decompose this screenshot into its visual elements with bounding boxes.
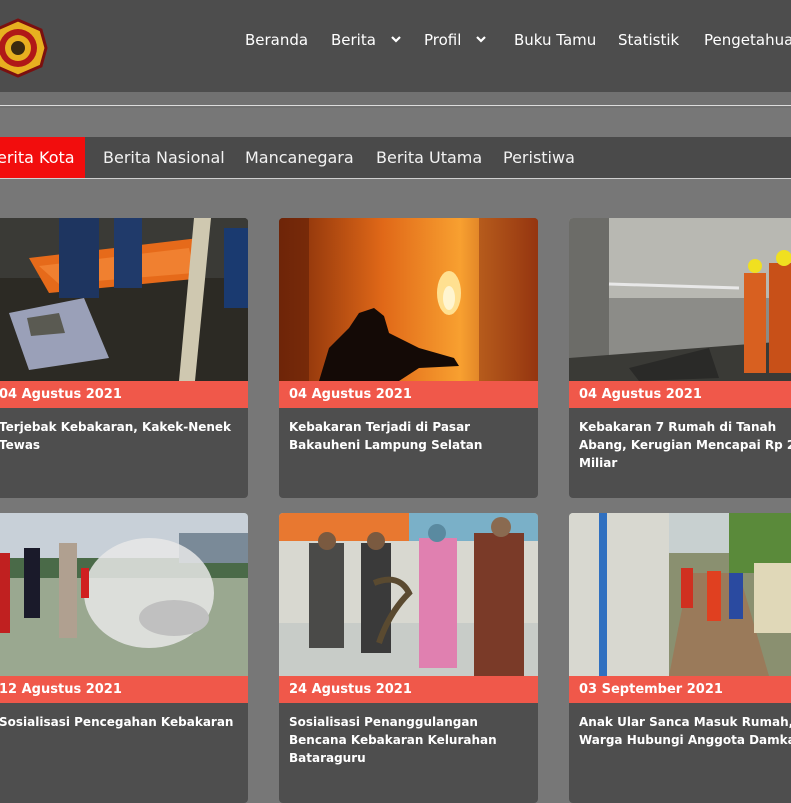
nav-item-label: Beranda	[245, 31, 309, 49]
card-title[interactable]: Terjebak Kebakaran, Kakek-Nenek Tewas	[0, 418, 239, 454]
card-date: 04 Agustus 2021	[569, 381, 791, 408]
fire-silhouette-image[interactable]	[279, 218, 538, 381]
extinguisher-demo-image[interactable]	[0, 513, 248, 676]
chevron-down-icon	[390, 36, 401, 43]
nav-item-statistik[interactable]: Statistik	[618, 31, 679, 49]
tab-label: Berita Kota	[0, 148, 75, 167]
news-card[interactable]: 03 September 2021 Anak Ular Sanca Masuk …	[569, 513, 791, 803]
nav-item-label: Statistik	[618, 31, 680, 49]
site-header: Beranda Berita Profil Buku Tamu Statisti…	[0, 0, 791, 92]
nav-item-label: Buku Tamu	[514, 31, 597, 49]
news-card[interactable]: 04 Agustus 2021 Kebakaran 7 Rumah di Tan…	[569, 218, 791, 498]
tab-label: Berita Nasional	[103, 148, 225, 167]
card-date: 03 September 2021	[569, 676, 791, 703]
card-title[interactable]: Sosialisasi Penanggulangan Bencana Kebak…	[289, 713, 529, 767]
nav-item-profil[interactable]: Profil	[424, 31, 488, 49]
card-title[interactable]: Kebakaran Terjadi di Pasar Bakauheni Lam…	[289, 418, 529, 454]
news-card[interactable]: 12 Agustus 2021 Sosialisasi Pencegahan K…	[0, 513, 248, 803]
nav-item-berita[interactable]: Berita	[331, 31, 403, 49]
divider-line	[0, 105, 791, 106]
main-nav: Beranda Berita Profil Buku Tamu Statisti…	[0, 0, 791, 82]
tab-berita-kota[interactable]: Berita Kota	[0, 137, 85, 178]
card-date: 12 Agustus 2021	[0, 676, 248, 703]
category-tabs: Berita Kota Berita Nasional Mancanegara …	[0, 137, 791, 179]
card-title[interactable]: Sosialisasi Pencegahan Kebakaran	[0, 713, 239, 731]
nav-item-label: Profil	[424, 31, 462, 49]
news-card[interactable]: 04 Agustus 2021 Terjebak Kebakaran, Kake…	[0, 218, 248, 498]
tab-peristiwa[interactable]: Peristiwa	[503, 137, 575, 178]
nav-item-label: Pengetahuan	[704, 31, 791, 49]
header-divider-bar	[0, 92, 791, 108]
nav-item-buku-tamu[interactable]: Buku Tamu	[514, 31, 596, 49]
card-date: 24 Agustus 2021	[279, 676, 538, 703]
nav-item-beranda[interactable]: Beranda	[245, 31, 308, 49]
news-card[interactable]: 04 Agustus 2021 Kebakaran Terjadi di Pas…	[279, 218, 538, 498]
rescue-scene-image[interactable]	[0, 218, 248, 381]
card-date: 04 Agustus 2021	[0, 381, 248, 408]
tab-label: Mancanegara	[245, 148, 354, 167]
community-event-image[interactable]	[279, 513, 538, 676]
firefighters-spraying-image[interactable]	[569, 218, 791, 381]
tab-berita-utama[interactable]: Berita Utama	[376, 137, 482, 178]
card-title[interactable]: Kebakaran 7 Rumah di Tanah Abang, Kerugi…	[579, 418, 791, 472]
nav-item-label: Berita	[331, 31, 376, 49]
tab-berita-nasional[interactable]: Berita Nasional	[103, 137, 225, 178]
card-title[interactable]: Anak Ular Sanca Masuk Rumah, Warga Hubun…	[579, 713, 791, 749]
card-date: 04 Agustus 2021	[279, 381, 538, 408]
alley-crew-image[interactable]	[569, 513, 791, 676]
nav-item-pengetahuan[interactable]: Pengetahuan	[704, 31, 791, 49]
tab-label: Peristiwa	[503, 148, 575, 167]
news-card[interactable]: 24 Agustus 2021 Sosialisasi Penanggulang…	[279, 513, 538, 803]
tab-mancanegara[interactable]: Mancanegara	[245, 137, 354, 178]
chevron-down-icon	[476, 36, 486, 43]
tab-label: Berita Utama	[376, 148, 483, 167]
